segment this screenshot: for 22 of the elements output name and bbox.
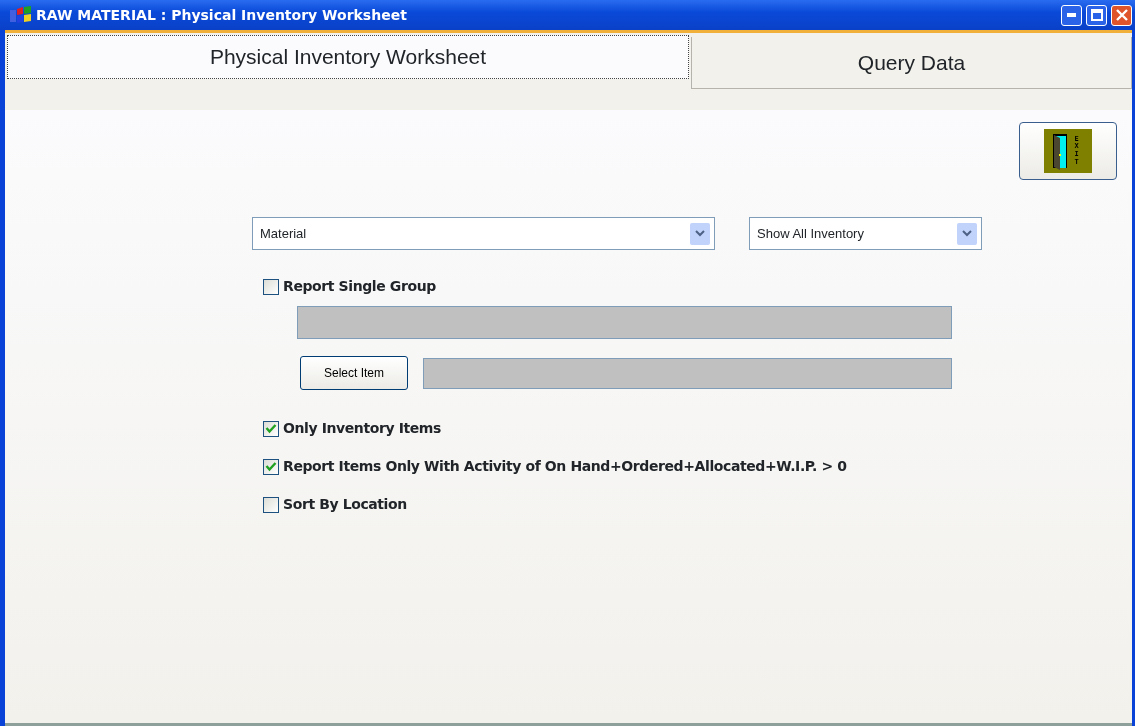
checkbox[interactable]	[263, 420, 279, 437]
checkbox-label: Only Inventory Items	[283, 419, 441, 438]
close-icon	[1115, 9, 1128, 21]
maximize-button[interactable]	[1086, 4, 1107, 26]
checkbox[interactable]	[263, 496, 279, 513]
minimize-icon	[1067, 13, 1076, 17]
dropdown[interactable]: Material	[252, 217, 715, 250]
tab[interactable]: Physical Inventory Worksheet	[7, 35, 689, 79]
checkbox-label: Sort By Location	[283, 495, 407, 514]
select-item-button[interactable]: Select Item	[300, 356, 408, 390]
checkbox[interactable]	[263, 458, 279, 475]
minimize-button[interactable]	[1061, 4, 1082, 26]
maximize-icon	[1090, 9, 1103, 21]
checkbox[interactable]	[263, 278, 279, 295]
close-button[interactable]	[1111, 4, 1132, 26]
checkbox-label: Report Single Group	[283, 277, 436, 296]
door-icon	[1052, 132, 1070, 170]
checkbox-label: Report Items Only With Activity of On Hand+Ordered+Allocated+W.I.P. > 0	[283, 457, 847, 476]
tab[interactable]: Query Data	[691, 37, 1132, 89]
window-title: RAW MATERIAL : Physical Inventory Worksheet	[36, 5, 408, 25]
app-icon	[10, 6, 32, 24]
dropdown[interactable]: Show All Inventory	[749, 217, 982, 250]
